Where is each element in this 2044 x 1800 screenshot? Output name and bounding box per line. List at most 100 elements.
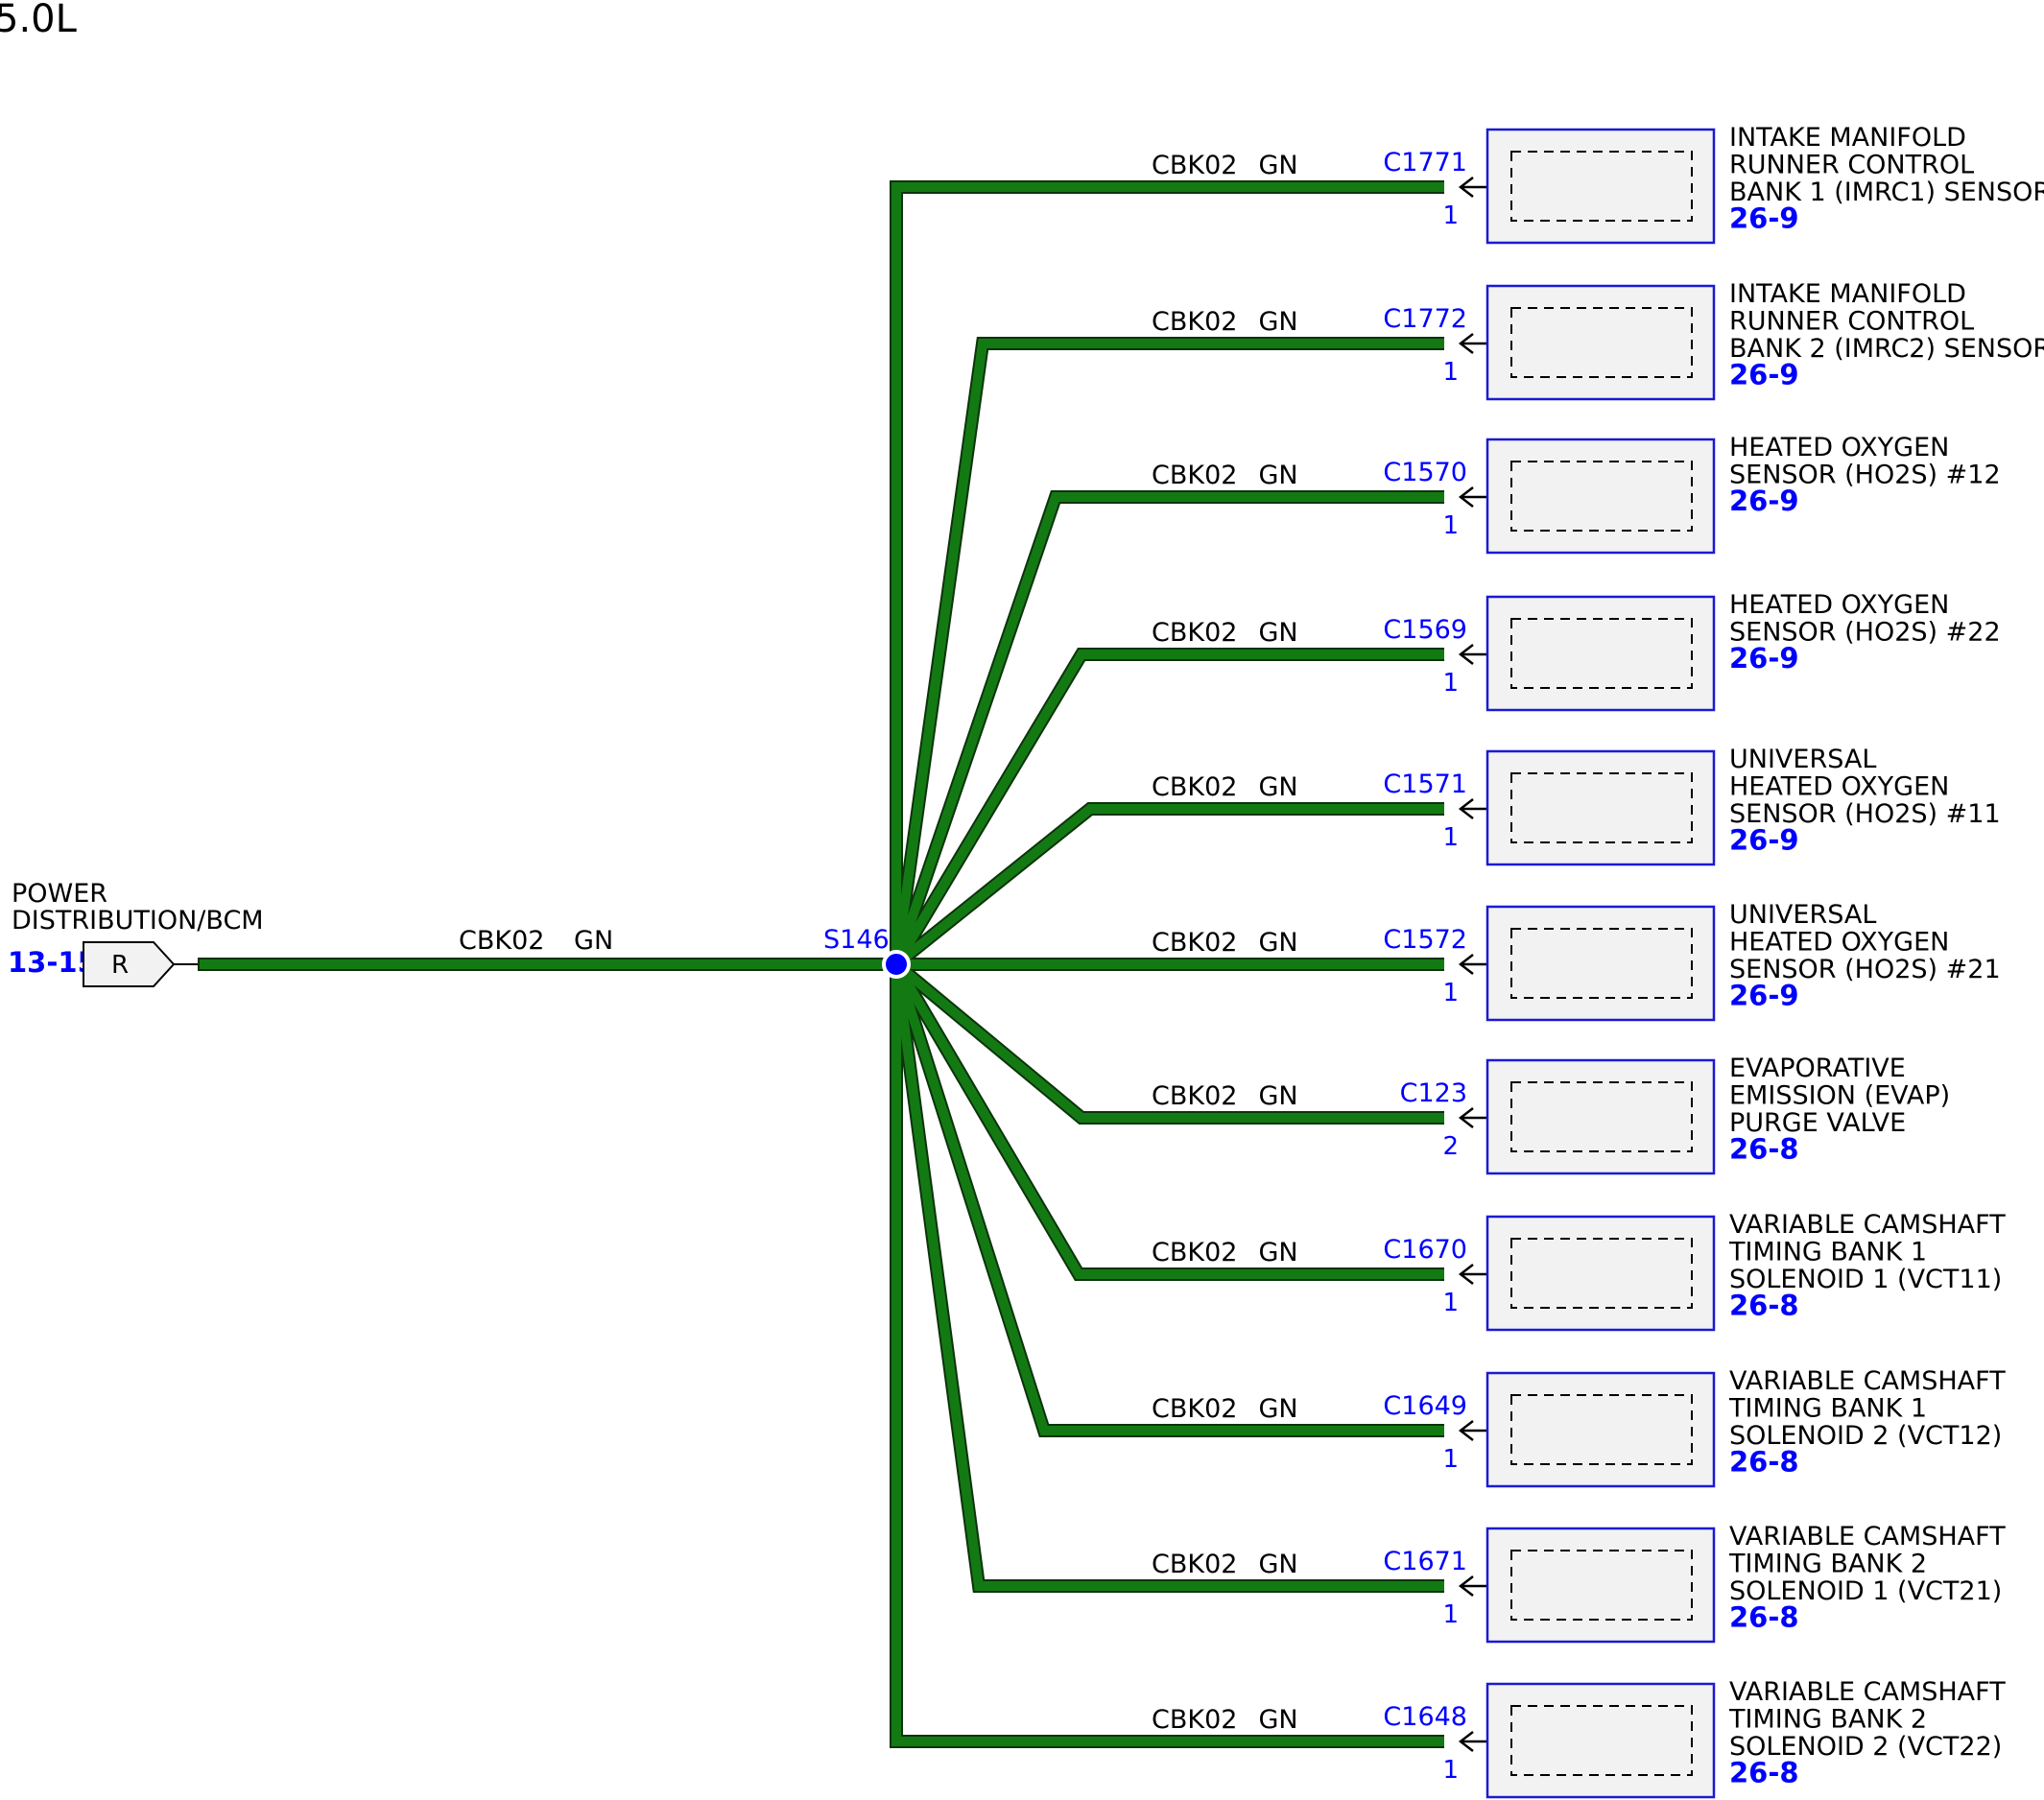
component-page-ref[interactable]: 26-8 xyxy=(1729,1133,1799,1166)
main-wire-label: CBK02 GN xyxy=(459,926,613,956)
branch-wire-label: CBK02 GN xyxy=(1152,1238,1298,1267)
pin-number: 1 xyxy=(1442,1289,1459,1317)
branch-wire xyxy=(891,182,1444,964)
branch-wire-circuit: CBK02 xyxy=(1152,1238,1237,1267)
component-page-ref[interactable]: 26-8 xyxy=(1729,1290,1799,1322)
connector-label[interactable]: C1570 xyxy=(1383,458,1467,487)
connector-label[interactable]: C1648 xyxy=(1383,1702,1467,1732)
component-name-line: VARIABLE CAMSHAFT xyxy=(1729,1522,2006,1551)
pin-number: 1 xyxy=(1442,511,1459,540)
branch-wire-color: GN xyxy=(1258,307,1297,337)
pin-number: 1 xyxy=(1442,1445,1459,1474)
component-box[interactable] xyxy=(1485,128,1716,245)
pin-number: 1 xyxy=(1442,669,1459,698)
connector-label[interactable]: C1670 xyxy=(1383,1235,1467,1265)
component-name-line: UNIVERSAL xyxy=(1729,900,1876,930)
component-page-ref[interactable]: 26-9 xyxy=(1729,202,1799,235)
connector-label[interactable]: C1569 xyxy=(1383,615,1467,645)
branch-wire-circuit: CBK02 xyxy=(1152,307,1237,337)
diagram-title: 5.0L xyxy=(0,0,78,41)
branch-wire-label: CBK02 GN xyxy=(1152,151,1298,180)
component-page-ref[interactable]: 26-9 xyxy=(1729,485,1799,517)
component-page-ref[interactable]: 26-8 xyxy=(1729,1601,1799,1634)
wiring-diagram: 5.0L POWER DISTRIBUTION/BCM 13-15 R CBK0… xyxy=(0,0,2044,1799)
pin-number: 1 xyxy=(1442,1756,1459,1785)
component-page-ref[interactable]: 26-8 xyxy=(1729,1757,1799,1789)
connector-label[interactable]: C1772 xyxy=(1383,304,1467,334)
component-box[interactable] xyxy=(1485,905,1716,1022)
branch-wire-color: GN xyxy=(1258,1705,1297,1735)
component-box[interactable] xyxy=(1485,1058,1716,1175)
branch-wire-color: GN xyxy=(1258,1238,1297,1267)
component-page-ref[interactable]: 26-9 xyxy=(1729,359,1799,391)
main-wire-color: GN xyxy=(574,926,613,956)
branch-wire-circuit: CBK02 xyxy=(1152,1394,1237,1424)
component-name-line: TIMING BANK 2 xyxy=(1728,1550,1927,1579)
splice-label: S146 xyxy=(823,925,890,955)
branch-wire-outline xyxy=(890,180,1444,964)
branch-wire-circuit: CBK02 xyxy=(1152,461,1237,490)
pin-number: 1 xyxy=(1442,979,1459,1007)
branch-wire-label: CBK02 GN xyxy=(1152,461,1298,490)
branch-wire-circuit: CBK02 xyxy=(1152,1550,1237,1579)
component-name-line: HEATED OXYGEN xyxy=(1729,590,1949,620)
component-name-line: INTAKE MANIFOLD xyxy=(1729,279,1966,309)
connector-label[interactable]: C1771 xyxy=(1383,148,1467,178)
component-name-line: EVAPORATIVE xyxy=(1729,1054,1906,1083)
component-name-line: VARIABLE CAMSHAFT xyxy=(1729,1366,2006,1396)
component-name-line: INTAKE MANIFOLD xyxy=(1729,123,1966,153)
component-name-line: RUNNER CONTROL xyxy=(1729,307,1974,337)
pin-number: 1 xyxy=(1442,201,1459,230)
component-name-line: RUNNER CONTROL xyxy=(1729,151,1974,180)
component-box[interactable] xyxy=(1485,438,1716,555)
branch-wire-circuit: CBK02 xyxy=(1152,1705,1237,1735)
component-name-line: VARIABLE CAMSHAFT xyxy=(1729,1210,2006,1240)
component-name-line: HEATED OXYGEN xyxy=(1729,433,1949,462)
component-box[interactable] xyxy=(1485,595,1716,712)
source-name-line2: DISTRIBUTION/BCM xyxy=(12,906,264,936)
component-box[interactable] xyxy=(1485,1682,1716,1799)
component-name-line: HEATED OXYGEN xyxy=(1729,928,1949,958)
component-box[interactable] xyxy=(1485,284,1716,401)
branch-wire-label: CBK02 GN xyxy=(1152,1705,1298,1735)
component-page-ref[interactable]: 26-9 xyxy=(1729,642,1799,675)
pin-number: 1 xyxy=(1442,823,1459,852)
component-page-ref[interactable]: 26-9 xyxy=(1729,824,1799,857)
component-box[interactable] xyxy=(1485,1215,1716,1332)
pin-number: 2 xyxy=(1442,1132,1459,1161)
branch-wire-color: GN xyxy=(1258,928,1297,958)
branch-wire-color: GN xyxy=(1258,1550,1297,1579)
branch-wire-color: GN xyxy=(1258,461,1297,490)
component-name-line: TIMING BANK 2 xyxy=(1728,1705,1927,1735)
connector-label[interactable]: C1671 xyxy=(1383,1547,1467,1576)
component-name-line: EMISSION (EVAP) xyxy=(1729,1081,1950,1111)
component-name-line: TIMING BANK 1 xyxy=(1728,1394,1927,1424)
branch-wire-circuit: CBK02 xyxy=(1152,772,1237,802)
pin-number: 1 xyxy=(1442,1600,1459,1629)
branch-wire-circuit: CBK02 xyxy=(1152,618,1237,648)
component-box[interactable] xyxy=(1485,749,1716,866)
branch-wire-label: CBK02 GN xyxy=(1152,1550,1298,1579)
component-page-ref[interactable]: 26-8 xyxy=(1729,1446,1799,1479)
branch-wire-label: CBK02 GN xyxy=(1152,1081,1298,1111)
branch-wire-label: CBK02 GN xyxy=(1152,928,1298,958)
branch-wire-color: GN xyxy=(1258,151,1297,180)
component-name-line: UNIVERSAL xyxy=(1729,745,1876,774)
component-page-ref[interactable]: 26-9 xyxy=(1729,980,1799,1012)
component-box[interactable] xyxy=(1485,1527,1716,1644)
connector-label[interactable]: C1571 xyxy=(1383,770,1467,799)
component-name-line: HEATED OXYGEN xyxy=(1729,772,1949,802)
pin-number: 1 xyxy=(1442,358,1459,387)
splice-dot[interactable] xyxy=(882,950,911,979)
connector-label[interactable]: C1572 xyxy=(1383,925,1467,955)
component-box[interactable] xyxy=(1485,1371,1716,1488)
component-name-line: TIMING BANK 1 xyxy=(1728,1238,1927,1267)
branch-wire-circuit: CBK02 xyxy=(1152,928,1237,958)
connector-label[interactable]: C123 xyxy=(1400,1078,1467,1108)
branch-wire-label: CBK02 GN xyxy=(1152,307,1298,337)
branch-wire-label: CBK02 GN xyxy=(1152,772,1298,802)
connector-label[interactable]: C1649 xyxy=(1383,1391,1467,1421)
component-name-line: VARIABLE CAMSHAFT xyxy=(1729,1677,2006,1707)
branch-wire-circuit: CBK02 xyxy=(1152,151,1237,180)
branch-wire-label: CBK02 GN xyxy=(1152,1394,1298,1424)
